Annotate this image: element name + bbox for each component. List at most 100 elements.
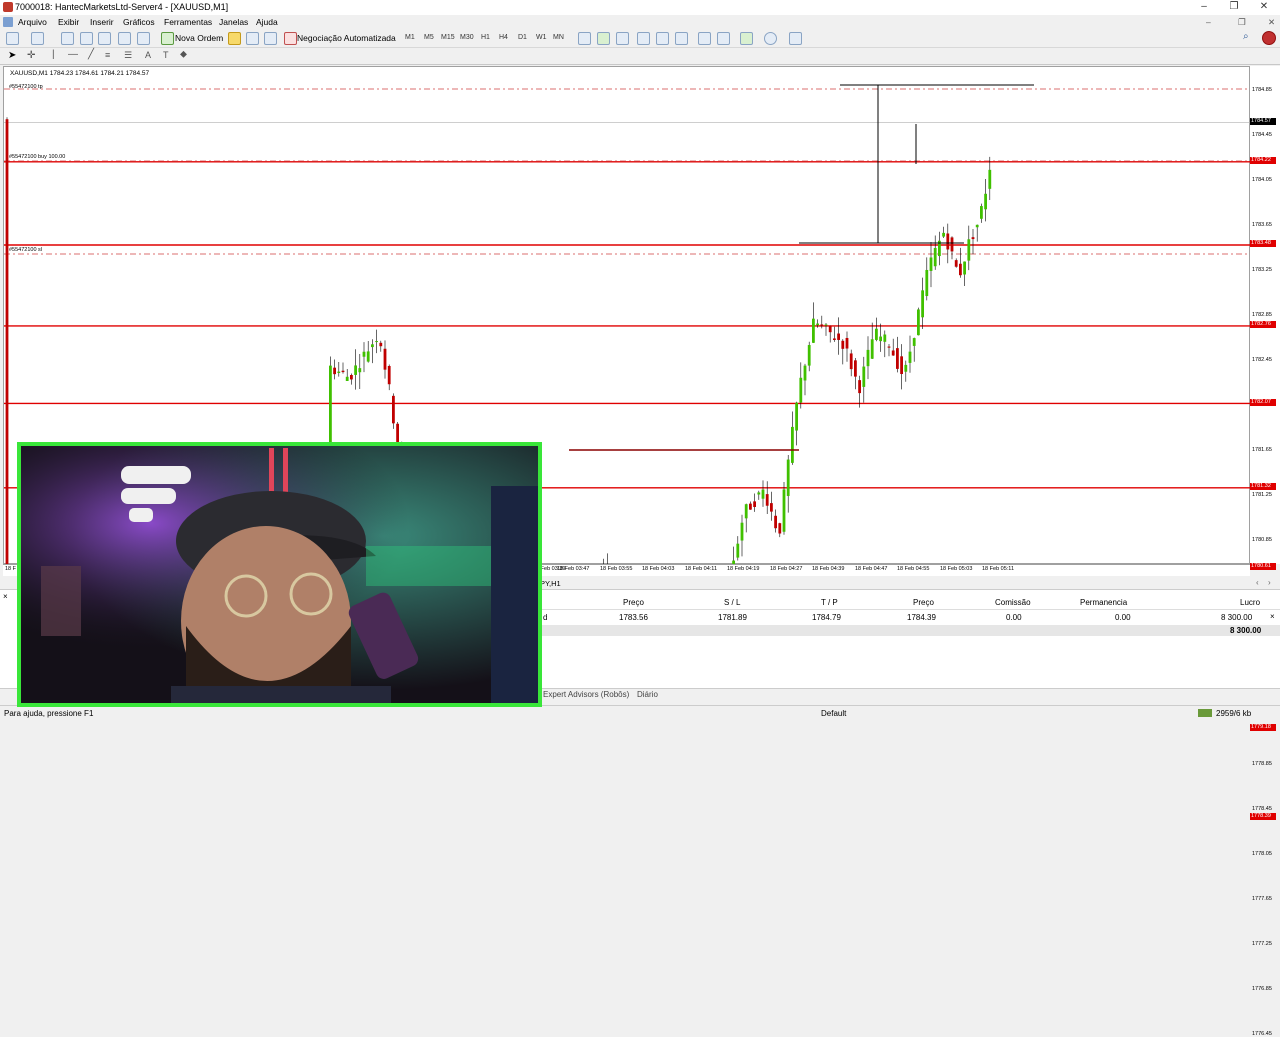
col-header-sl[interactable]: S / L xyxy=(724,598,740,607)
bear-candle xyxy=(350,375,353,379)
new-order-button[interactable]: Nova Ordem xyxy=(175,33,223,43)
timeframe-m1[interactable]: M1 xyxy=(405,34,415,41)
terminal-close-icon[interactable]: × xyxy=(3,592,8,601)
market-icon[interactable] xyxy=(264,32,277,45)
community-icon[interactable] xyxy=(1262,31,1276,45)
zoom-out-icon[interactable] xyxy=(656,32,669,45)
col-header-profit[interactable]: Lucro xyxy=(1240,598,1260,607)
bull-candle xyxy=(757,492,760,494)
bear-candle xyxy=(837,334,840,340)
shapes-icon[interactable]: ⬥ xyxy=(180,49,187,60)
col-header-price[interactable]: Preço xyxy=(623,598,644,607)
vertical-line-icon[interactable]: | xyxy=(52,49,55,60)
search-icon[interactable]: ⌕ xyxy=(1243,31,1249,42)
menu-ajuda[interactable]: Ajuda xyxy=(256,17,278,27)
menu-inserir[interactable]: Inserir xyxy=(90,17,114,27)
col-header-current-price[interactable]: Preço xyxy=(913,598,934,607)
cell-profit: 8 300.00 xyxy=(1221,613,1252,622)
bull-candle xyxy=(787,460,790,496)
chart-tab[interactable]: PY,H1 xyxy=(540,579,561,588)
templates-icon[interactable] xyxy=(789,32,802,45)
price-axis[interactable]: 1784.851784.451784.051783.651783.251782.… xyxy=(1250,66,1280,564)
menu-janelas[interactable]: Janelas xyxy=(219,17,248,27)
trendline-icon[interactable]: ╱ xyxy=(88,49,94,60)
close-button[interactable]: ✕ xyxy=(1252,1,1276,14)
signals-icon[interactable] xyxy=(246,32,259,45)
metaeditor-icon[interactable] xyxy=(228,32,241,45)
tab-expert-advisors[interactable]: Expert Advisors (Robôs) xyxy=(543,690,629,699)
timeframe-m30[interactable]: M30 xyxy=(460,34,474,41)
fibonacci-icon[interactable]: ☰ xyxy=(124,50,132,61)
col-header-tp[interactable]: T / P xyxy=(821,598,838,607)
profiles-icon[interactable] xyxy=(31,32,44,45)
mdi-restore-icon[interactable]: ❐ xyxy=(1238,17,1246,28)
channel-icon[interactable]: ≡ xyxy=(105,50,110,60)
menu-arquivo[interactable]: Arquivo xyxy=(18,17,47,27)
chart-shift-icon[interactable] xyxy=(717,32,730,45)
algo-trading-button[interactable]: Negociação Automatizada xyxy=(297,33,396,43)
tab-journal[interactable]: Diário xyxy=(637,690,658,699)
bar-chart-icon[interactable] xyxy=(578,32,591,45)
time-tick-label: 18 Feb 05:11 xyxy=(982,566,1014,572)
cell-current-price: 1784.39 xyxy=(907,613,936,622)
timeframe-w1[interactable]: W1 xyxy=(536,34,547,41)
restore-button[interactable]: ❐ xyxy=(1222,1,1246,14)
bull-candle xyxy=(976,225,979,227)
bear-candle xyxy=(951,237,954,251)
text-tool-icon[interactable]: A xyxy=(145,50,151,60)
current-price-tag: 1784.57 xyxy=(1250,118,1276,125)
new-chart-icon[interactable] xyxy=(6,32,19,45)
algo-trading-icon[interactable] xyxy=(284,32,297,45)
timeframe-d1[interactable]: D1 xyxy=(518,34,527,41)
terminal-icon[interactable] xyxy=(118,32,131,45)
timeframe-h1[interactable]: H1 xyxy=(481,34,490,41)
timeframe-mn[interactable]: MN xyxy=(553,34,564,41)
minimize-button[interactable]: – xyxy=(1192,1,1216,14)
cell-type: d xyxy=(543,613,547,622)
candlestick-icon[interactable] xyxy=(597,32,610,45)
time-tick-label: 18 Feb 04:27 xyxy=(770,566,802,572)
bear-candle xyxy=(778,523,781,533)
col-header-commission[interactable]: Comissão xyxy=(995,598,1031,607)
document-icon[interactable] xyxy=(3,17,13,27)
tab-scroll-right-icon[interactable]: › xyxy=(1268,578,1271,587)
new-order-icon[interactable] xyxy=(161,32,174,45)
bear-candle xyxy=(858,380,861,393)
tile-windows-icon[interactable] xyxy=(675,32,688,45)
text-label-icon[interactable]: T xyxy=(163,50,169,60)
level-price-tag: 1784.22 xyxy=(1250,157,1276,164)
mdi-minimize-icon[interactable]: – xyxy=(1206,17,1211,27)
cursor-icon[interactable]: ➤ xyxy=(8,50,16,61)
price-tick-label: 1781.25 xyxy=(1252,492,1272,498)
mdi-close-icon[interactable]: ✕ xyxy=(1268,17,1275,28)
menu-graficos[interactable]: Gráficos xyxy=(123,17,155,27)
bull-candle xyxy=(337,372,340,373)
menu-exibir[interactable]: Exibir xyxy=(58,17,79,27)
close-order-icon[interactable]: × xyxy=(1270,612,1275,621)
time-tick-label: 18 Feb 04:55 xyxy=(897,566,929,572)
timeframe-m15[interactable]: M15 xyxy=(441,34,455,41)
horizontal-line-icon[interactable]: — xyxy=(68,49,78,60)
status-traffic: 2959/6 kb xyxy=(1216,709,1251,718)
tab-scroll-left-icon[interactable]: ‹ xyxy=(1256,578,1259,587)
webcam-image xyxy=(21,446,538,703)
bull-candle xyxy=(825,324,828,325)
line-chart-icon[interactable] xyxy=(616,32,629,45)
zoom-in-icon[interactable] xyxy=(637,32,650,45)
col-header-swap[interactable]: Permanencia xyxy=(1080,598,1127,607)
timeframe-m5[interactable]: M5 xyxy=(424,34,434,41)
navigator-icon[interactable] xyxy=(80,32,93,45)
bear-candle xyxy=(388,366,391,384)
menu-ferramentas[interactable]: Ferramentas xyxy=(164,17,212,27)
market-watch-icon[interactable] xyxy=(61,32,74,45)
periods-clock-icon[interactable] xyxy=(764,32,777,45)
auto-scroll-icon[interactable] xyxy=(698,32,711,45)
timeframe-h4[interactable]: H4 xyxy=(499,34,508,41)
table-row[interactable]: d 1783.56 1781.89 1784.79 1784.39 0.00 0… xyxy=(540,611,1280,624)
indicators-icon[interactable] xyxy=(740,32,753,45)
bear-candle xyxy=(833,338,836,340)
data-window-icon[interactable] xyxy=(98,32,111,45)
crosshair-icon[interactable]: ✛ xyxy=(27,50,35,61)
tester-icon[interactable] xyxy=(137,32,150,45)
price-tick-label: 1784.05 xyxy=(1252,177,1272,183)
